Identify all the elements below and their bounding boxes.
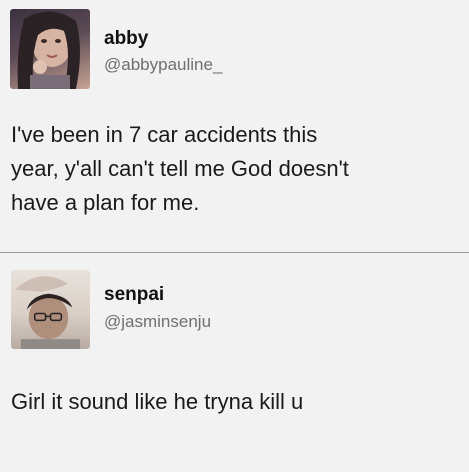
profile-photo-icon [14,276,81,349]
tweet-card: abby @abbypauline_ I've been in 7 car ac… [0,0,469,252]
avatar[interactable] [11,270,90,349]
display-name[interactable]: senpai [104,284,164,306]
user-handle[interactable]: @abbypauline_ [104,55,222,75]
avatar[interactable] [10,9,90,89]
tweet-text: I've been in 7 car accidents this year, … [11,122,349,215]
tweet-card: senpai @jasminsenju Girl it sound like h… [0,253,469,472]
tweet-text: Girl it sound like he tryna kill u [11,389,304,414]
user-handle[interactable]: @jasminsenju [104,312,211,332]
display-name[interactable]: abby [104,28,148,50]
profile-photo-icon [17,11,81,89]
